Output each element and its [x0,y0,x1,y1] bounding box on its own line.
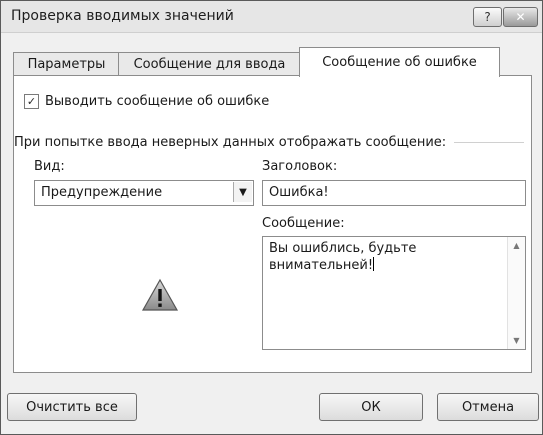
close-button[interactable]: ✕ [503,7,538,27]
show-error-checkbox-row[interactable]: ✓ Выводить сообщение об ошибке [24,94,269,109]
cancel-button[interactable]: Отмена [437,393,539,421]
message-textarea[interactable]: Вы ошиблись, будьте внимательней! ▲ ▼ [262,236,526,350]
section-header: При попытке ввода неверных данных отобра… [14,135,524,150]
clear-all-button[interactable]: Очистить все [7,393,137,421]
style-label: Вид: [34,159,65,174]
tab-input-message[interactable]: Сообщение для ввода [118,52,301,76]
window-title: Проверка вводимых значений [11,8,234,24]
close-icon: ✕ [515,10,526,24]
dropdown-arrow-icon[interactable]: ▼ [233,182,252,202]
section-divider [454,142,524,143]
title-label: Заголовок: [262,159,338,174]
message-label: Сообщение: [262,216,345,231]
help-button[interactable]: ? [473,7,502,27]
tab-error-alert[interactable]: Сообщение об ошибке [299,47,500,77]
data-validation-dialog: Проверка вводимых значений ? ✕ Параметры… [0,0,543,435]
show-error-checkbox[interactable]: ✓ [24,94,39,109]
scroll-down-icon[interactable]: ▼ [508,332,525,349]
style-select[interactable]: Предупреждение ▼ [34,180,254,206]
error-alert-panel: ✓ Выводить сообщение об ошибке При попыт… [13,75,532,373]
scroll-up-icon[interactable]: ▲ [508,237,525,254]
warning-triangle-icon [141,278,179,311]
section-label: При попытке ввода неверных данных отобра… [14,135,447,150]
title-input[interactable]: Ошибка! [262,180,526,206]
show-error-label: Выводить сообщение об ошибке [45,94,270,109]
style-select-value: Предупреждение [41,185,163,200]
title-bar[interactable]: Проверка вводимых значений ? ✕ [1,1,542,33]
title-input-value: Ошибка! [269,185,329,200]
message-text: Вы ошиблись, будьте внимательней! [269,241,421,273]
text-caret [373,257,375,271]
message-scrollbar[interactable]: ▲ ▼ [507,237,525,349]
ok-button[interactable]: ОК [319,393,423,421]
tab-parameters[interactable]: Параметры [13,52,120,76]
help-icon: ? [484,10,491,24]
